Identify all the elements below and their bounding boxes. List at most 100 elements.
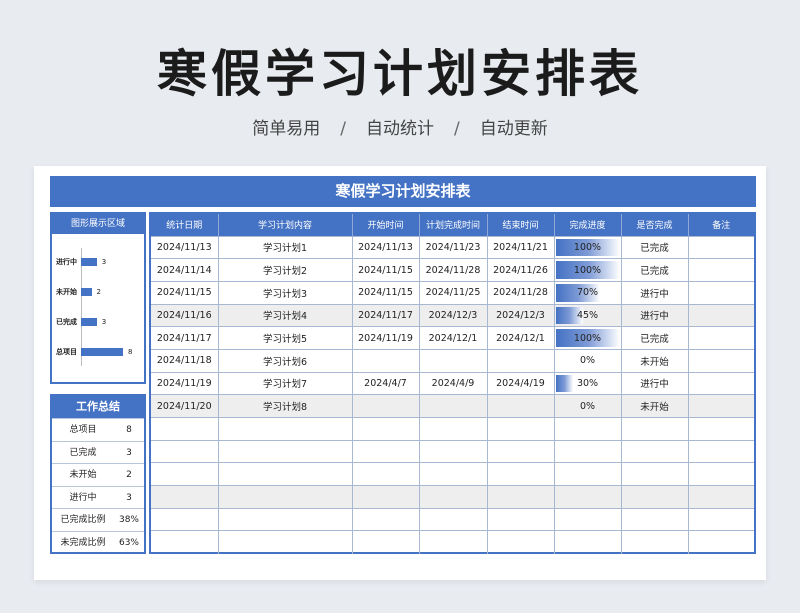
empty-cell[interactable] bbox=[621, 530, 689, 554]
empty-cell[interactable] bbox=[688, 462, 754, 486]
cell-start[interactable]: 2024/4/7 bbox=[352, 371, 420, 395]
empty-cell[interactable] bbox=[688, 530, 754, 554]
empty-cell[interactable] bbox=[151, 507, 219, 531]
cell-status[interactable]: 已完成 bbox=[621, 258, 689, 282]
empty-cell[interactable] bbox=[487, 530, 555, 554]
empty-cell[interactable] bbox=[218, 507, 353, 531]
empty-cell[interactable] bbox=[352, 485, 420, 509]
empty-cell[interactable] bbox=[487, 417, 555, 441]
empty-cell[interactable] bbox=[487, 485, 555, 509]
cell-end[interactable] bbox=[487, 348, 555, 373]
cell-content[interactable]: 学习计划7 bbox=[218, 371, 353, 395]
empty-cell[interactable] bbox=[554, 507, 622, 531]
empty-cell[interactable] bbox=[688, 485, 754, 509]
empty-cell[interactable] bbox=[151, 530, 219, 554]
empty-cell[interactable] bbox=[688, 417, 754, 441]
cell-end[interactable]: 2024/12/1 bbox=[487, 326, 555, 350]
empty-cell[interactable] bbox=[419, 530, 488, 554]
empty-cell[interactable] bbox=[151, 462, 219, 486]
cell-start[interactable]: 2024/11/13 bbox=[352, 235, 420, 259]
cell-planned[interactable] bbox=[419, 348, 488, 373]
cell-status[interactable]: 已完成 bbox=[621, 235, 689, 259]
empty-cell[interactable] bbox=[688, 439, 754, 463]
cell-end[interactable]: 2024/11/26 bbox=[487, 258, 555, 282]
cell-planned[interactable]: 2024/11/23 bbox=[419, 235, 488, 259]
empty-cell[interactable] bbox=[554, 462, 622, 486]
cell-start[interactable]: 2024/11/17 bbox=[352, 303, 420, 327]
empty-cell[interactable] bbox=[621, 439, 689, 463]
cell-note[interactable] bbox=[688, 280, 754, 305]
empty-cell[interactable] bbox=[419, 507, 488, 531]
cell-start[interactable] bbox=[352, 394, 420, 418]
empty-cell[interactable] bbox=[487, 507, 555, 531]
cell-progress[interactable]: 45% bbox=[554, 303, 622, 327]
cell-start[interactable]: 2024/11/15 bbox=[352, 258, 420, 282]
empty-cell[interactable] bbox=[352, 439, 420, 463]
empty-cell[interactable] bbox=[218, 439, 353, 463]
cell-start[interactable] bbox=[352, 348, 420, 373]
cell-progress[interactable]: 0% bbox=[554, 348, 622, 373]
cell-status[interactable]: 已完成 bbox=[621, 326, 689, 350]
cell-planned[interactable]: 2024/11/28 bbox=[419, 258, 488, 282]
empty-cell[interactable] bbox=[554, 439, 622, 463]
cell-content[interactable]: 学习计划6 bbox=[218, 348, 353, 373]
cell-date[interactable]: 2024/11/19 bbox=[151, 371, 219, 395]
empty-cell[interactable] bbox=[419, 417, 488, 441]
cell-planned[interactable]: 2024/12/3 bbox=[419, 303, 488, 327]
cell-date[interactable]: 2024/11/18 bbox=[151, 348, 219, 373]
empty-cell[interactable] bbox=[621, 485, 689, 509]
cell-status[interactable]: 进行中 bbox=[621, 280, 689, 305]
empty-cell[interactable] bbox=[621, 462, 689, 486]
cell-date[interactable]: 2024/11/20 bbox=[151, 394, 219, 418]
cell-end[interactable] bbox=[487, 394, 555, 418]
cell-progress[interactable]: 100% bbox=[554, 258, 622, 282]
empty-cell[interactable] bbox=[151, 417, 219, 441]
cell-end[interactable]: 2024/11/21 bbox=[487, 235, 555, 259]
empty-cell[interactable] bbox=[621, 417, 689, 441]
cell-planned[interactable]: 2024/4/9 bbox=[419, 371, 488, 395]
cell-date[interactable]: 2024/11/15 bbox=[151, 280, 219, 305]
empty-cell[interactable] bbox=[487, 439, 555, 463]
empty-cell[interactable] bbox=[218, 485, 353, 509]
cell-progress[interactable]: 0% bbox=[554, 394, 622, 418]
cell-note[interactable] bbox=[688, 326, 754, 350]
empty-cell[interactable] bbox=[621, 507, 689, 531]
cell-end[interactable]: 2024/4/19 bbox=[487, 371, 555, 395]
empty-cell[interactable] bbox=[419, 439, 488, 463]
empty-cell[interactable] bbox=[352, 462, 420, 486]
cell-note[interactable] bbox=[688, 348, 754, 373]
cell-content[interactable]: 学习计划4 bbox=[218, 303, 353, 327]
cell-end[interactable]: 2024/12/3 bbox=[487, 303, 555, 327]
cell-date[interactable]: 2024/11/17 bbox=[151, 326, 219, 350]
cell-progress[interactable]: 30% bbox=[554, 371, 622, 395]
cell-note[interactable] bbox=[688, 235, 754, 259]
cell-note[interactable] bbox=[688, 371, 754, 395]
empty-cell[interactable] bbox=[554, 530, 622, 554]
empty-cell[interactable] bbox=[352, 507, 420, 531]
empty-cell[interactable] bbox=[218, 530, 353, 554]
cell-start[interactable]: 2024/11/15 bbox=[352, 280, 420, 305]
empty-cell[interactable] bbox=[554, 485, 622, 509]
cell-status[interactable]: 未开始 bbox=[621, 394, 689, 418]
cell-status[interactable]: 进行中 bbox=[621, 303, 689, 327]
cell-date[interactable]: 2024/11/16 bbox=[151, 303, 219, 327]
empty-cell[interactable] bbox=[688, 507, 754, 531]
cell-status[interactable]: 未开始 bbox=[621, 348, 689, 373]
cell-date[interactable]: 2024/11/13 bbox=[151, 235, 219, 259]
cell-content[interactable]: 学习计划1 bbox=[218, 235, 353, 259]
cell-status[interactable]: 进行中 bbox=[621, 371, 689, 395]
empty-cell[interactable] bbox=[218, 417, 353, 441]
cell-content[interactable]: 学习计划3 bbox=[218, 280, 353, 305]
cell-progress[interactable]: 70% bbox=[554, 280, 622, 305]
empty-cell[interactable] bbox=[218, 462, 353, 486]
empty-cell[interactable] bbox=[151, 439, 219, 463]
cell-date[interactable]: 2024/11/14 bbox=[151, 258, 219, 282]
cell-note[interactable] bbox=[688, 303, 754, 327]
cell-content[interactable]: 学习计划2 bbox=[218, 258, 353, 282]
empty-cell[interactable] bbox=[352, 417, 420, 441]
cell-progress[interactable]: 100% bbox=[554, 235, 622, 259]
cell-end[interactable]: 2024/11/28 bbox=[487, 280, 555, 305]
empty-cell[interactable] bbox=[487, 462, 555, 486]
cell-planned[interactable]: 2024/11/25 bbox=[419, 280, 488, 305]
cell-planned[interactable] bbox=[419, 394, 488, 418]
